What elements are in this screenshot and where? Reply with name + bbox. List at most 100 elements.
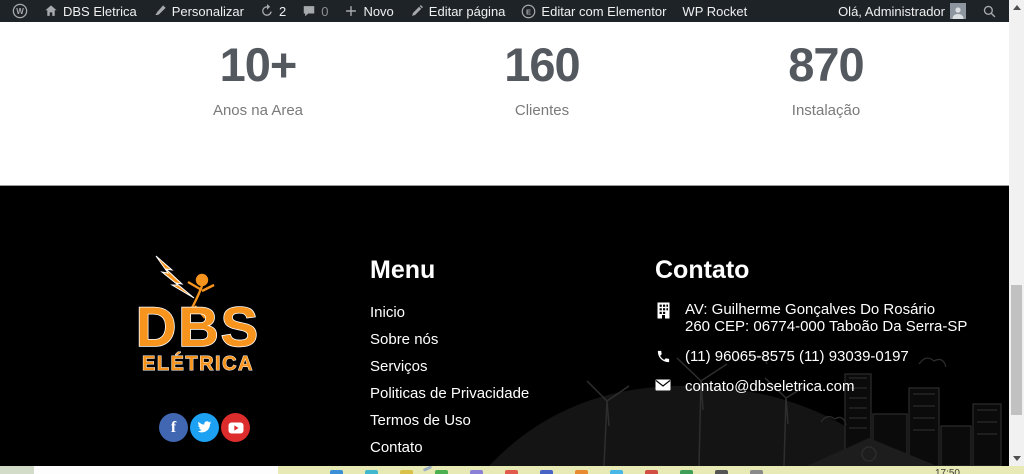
footer-logo[interactable]: DBS ELÉTRICA: [130, 254, 266, 387]
wordpress-logo-icon: W: [12, 3, 28, 19]
updates-menu[interactable]: 2: [252, 0, 294, 22]
search-icon: [982, 4, 997, 19]
customize-label: Personalizar: [172, 4, 244, 19]
menu-item-inicio[interactable]: Inicio: [370, 299, 529, 326]
envelope-icon: [655, 378, 671, 391]
wp-admin-bar: W DBS Eletrica Personalizar 2 0 Novo Edi…: [0, 0, 1009, 22]
social-links: f: [159, 413, 250, 442]
footer-menu: Menu Inicio Sobre nós Serviços Politicas…: [370, 256, 529, 461]
elementor-label: Editar com Elementor: [541, 4, 666, 19]
stat-clients-label: Clientes: [400, 102, 684, 119]
start-button[interactable]: [0, 466, 34, 474]
phone-icon: [655, 348, 671, 364]
stat-years: 10+ Anos na Area: [116, 36, 400, 119]
taskbar-app-icon[interactable]: [505, 470, 518, 474]
search-toggle[interactable]: [974, 0, 1009, 22]
stats-row: 10+ Anos na Area 160 Clientes 870 Instal…: [116, 22, 968, 119]
stat-clients: 160 Clientes: [400, 36, 684, 119]
svg-text:E: E: [526, 7, 531, 16]
contact-email-row: contato@dbseletrica.com: [655, 378, 985, 395]
scrollbar-up-button[interactable]: [1009, 0, 1024, 15]
youtube-play-glyph: [228, 422, 244, 434]
contact-heading: Contato: [655, 256, 985, 285]
edit-page-label: Editar página: [429, 4, 506, 19]
pencil-icon: [410, 4, 424, 18]
contact-email-text[interactable]: contato@dbseletrica.com: [685, 378, 854, 395]
stats-section: 10+ Anos na Area 160 Clientes 870 Instal…: [0, 22, 1009, 185]
taskbar-app-icon[interactable]: [435, 470, 448, 474]
comments-icon: [302, 4, 316, 18]
comments-count: 0: [321, 4, 328, 19]
address-line-1: AV: Guilherme Gonçalves Do Rosário: [685, 301, 967, 318]
logo-subtitle-text: ELÉTRICA: [142, 352, 254, 375]
address-line-2: 260 CEP: 06774-000 Taboão Da Serra-SP: [685, 318, 967, 335]
new-content-label: Novo: [363, 4, 393, 19]
taskbar-app-icon[interactable]: [645, 470, 658, 474]
taskbar-app-icon[interactable]: [680, 470, 693, 474]
taskbar-app-icon[interactable]: [330, 470, 343, 474]
building-icon: [655, 301, 671, 319]
vertical-scrollbar[interactable]: [1009, 0, 1024, 466]
taskbar-app-icon[interactable]: [400, 470, 413, 474]
wordpress-logo-menu[interactable]: W: [4, 0, 36, 22]
scrollbar-down-button[interactable]: [1009, 451, 1024, 466]
elementor-menu[interactable]: E Editar com Elementor: [513, 0, 674, 22]
taskbar-app-icon[interactable]: [540, 470, 553, 474]
my-account-menu[interactable]: Olá, Administrador: [830, 0, 974, 22]
stat-installs-label: Instalação: [684, 102, 968, 119]
contact-address-row: AV: Guilherme Gonçalves Do Rosário 260 C…: [655, 301, 985, 335]
site-footer: DBS ELÉTRICA f Menu Inicio Sobre nós Ser…: [0, 185, 1009, 466]
scroll-down-arrow-icon: [1013, 456, 1021, 461]
taskbar-app-icon[interactable]: [470, 470, 483, 474]
new-content-menu[interactable]: Novo: [336, 0, 401, 22]
contact-phone-row: (11) 96065-8575 (11) 93039-0197: [655, 348, 985, 365]
wp-rocket-menu[interactable]: WP Rocket: [674, 0, 755, 22]
taskbar-app-icon[interactable]: [575, 470, 588, 474]
edit-page-menu[interactable]: Editar página: [402, 0, 514, 22]
taskbar-app-icon[interactable]: [610, 470, 623, 474]
elementor-icon: E: [521, 4, 536, 19]
stat-installs-value: 870: [684, 36, 968, 95]
plus-icon: [344, 4, 358, 18]
lightning-bolt-icon: [156, 256, 194, 298]
menu-item-servicos[interactable]: Serviços: [370, 353, 529, 380]
windows-taskbar[interactable]: 17:50: [0, 466, 1024, 474]
stat-years-label: Anos na Area: [116, 102, 400, 119]
avatar: [950, 3, 966, 19]
scrollbar-thumb[interactable]: [1011, 285, 1022, 415]
pen-icon: [423, 466, 432, 472]
facebook-icon[interactable]: f: [159, 413, 188, 442]
taskbar-clock: 17:50: [935, 468, 960, 474]
svg-text:W: W: [16, 7, 24, 16]
site-name-menu[interactable]: DBS Eletrica: [36, 0, 145, 22]
taskbar-search-box[interactable]: [34, 466, 278, 474]
menu-heading: Menu: [370, 256, 529, 285]
scroll-up-arrow-icon: [1013, 5, 1021, 10]
updates-icon: [260, 4, 274, 18]
taskbar-app-icon[interactable]: [365, 470, 378, 474]
logo-title-text: DBS: [136, 295, 260, 358]
taskbar-app-icon[interactable]: [715, 470, 728, 474]
menu-item-contato[interactable]: Contato: [370, 434, 529, 461]
updates-count: 2: [279, 4, 286, 19]
menu-item-politicas[interactable]: Politicas de Privacidade: [370, 380, 529, 407]
twitter-bird-glyph: [197, 421, 212, 434]
wp-rocket-label: WP Rocket: [682, 4, 747, 19]
site-name-label: DBS Eletrica: [63, 4, 137, 19]
comments-menu[interactable]: 0: [294, 0, 336, 22]
taskbar-app-icon[interactable]: [750, 470, 763, 474]
brush-icon: [153, 4, 167, 18]
youtube-icon[interactable]: [221, 413, 250, 442]
twitter-icon[interactable]: [190, 413, 219, 442]
contact-address-text: AV: Guilherme Gonçalves Do Rosário 260 C…: [685, 301, 967, 335]
avatar-silhouette-icon: [951, 6, 965, 19]
contact-phone-text[interactable]: (11) 96065-8575 (11) 93039-0197: [685, 348, 909, 365]
home-icon: [44, 4, 58, 18]
stat-clients-value: 160: [400, 36, 684, 95]
menu-item-termos[interactable]: Termos de Uso: [370, 407, 529, 434]
menu-item-sobre-nos[interactable]: Sobre nós: [370, 326, 529, 353]
customize-menu[interactable]: Personalizar: [145, 0, 252, 22]
greeting-label: Olá, Administrador: [838, 4, 945, 19]
dbs-eletrica-logo-image: DBS ELÉTRICA: [130, 254, 266, 382]
contact-rows: AV: Guilherme Gonçalves Do Rosário 260 C…: [655, 301, 985, 395]
